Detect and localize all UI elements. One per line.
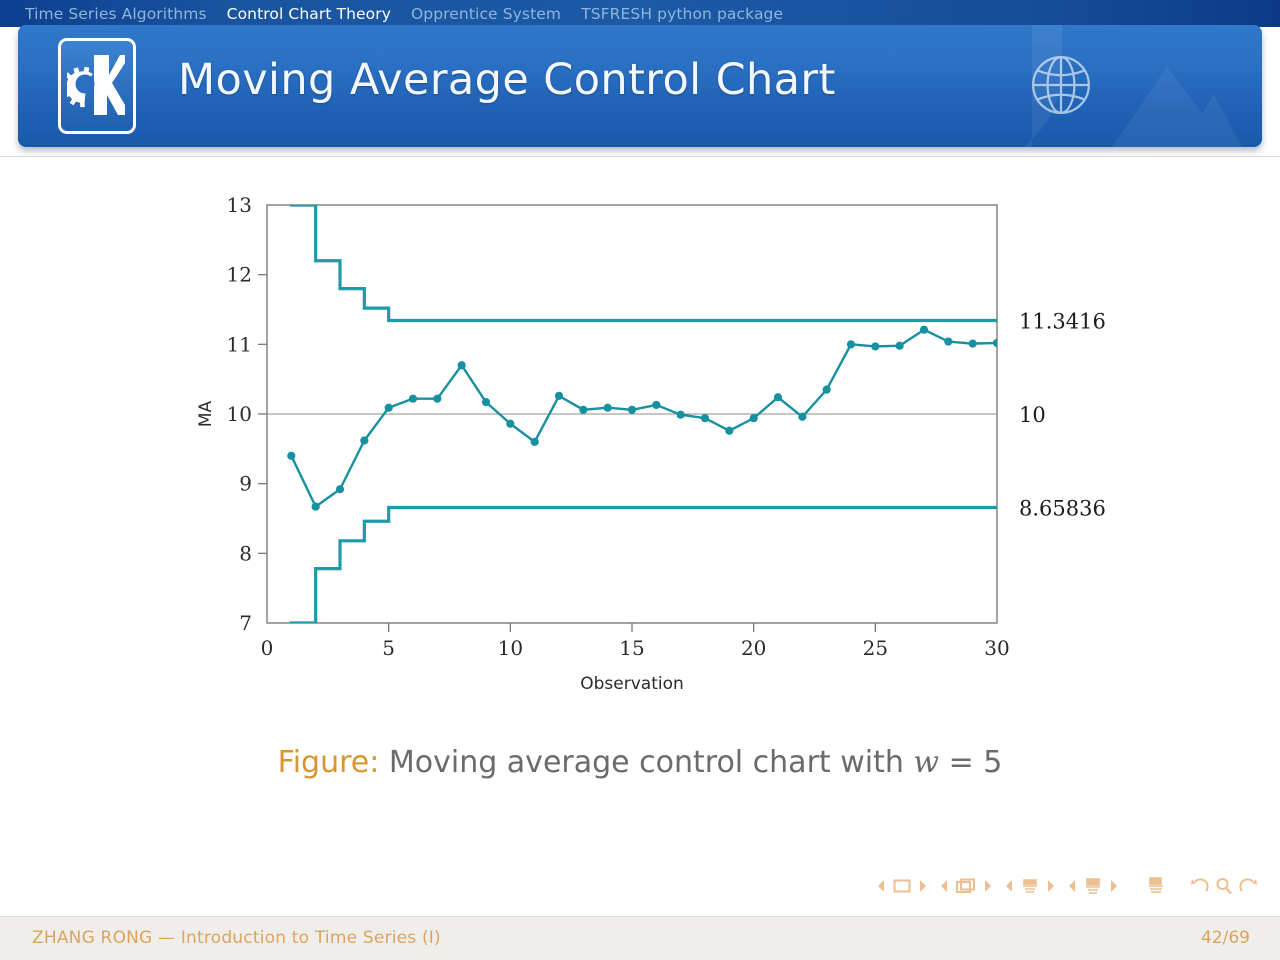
prev-section-icon[interactable] <box>1066 879 1078 893</box>
ma-data-point <box>311 502 320 511</box>
slide-icon[interactable] <box>892 877 912 895</box>
figure-area: 7 8 9 10 11 12 13 0 5 10 15 20 25 30 Observation MA 11.3… <box>0 175 1280 815</box>
y-axis-label: MA <box>196 400 216 427</box>
prev-slide-icon[interactable] <box>875 879 887 893</box>
ma-data-point <box>773 393 783 402</box>
ma-data-point <box>457 361 466 370</box>
subsection-icon[interactable] <box>1020 877 1040 895</box>
nav-item-2[interactable]: Opprentice System <box>408 5 564 23</box>
kde-gear-k-icon <box>58 38 136 134</box>
footer-page-number: 42/69 <box>1201 928 1250 948</box>
right-annotation-label: 11.3416 <box>1019 310 1106 334</box>
document-icon[interactable] <box>1145 876 1165 896</box>
caption-keyword: Figure <box>277 745 370 780</box>
ma-data-point <box>384 403 393 412</box>
ma-data-point <box>798 412 807 421</box>
frames-icon[interactable] <box>955 877 977 895</box>
ma-data-point <box>919 325 929 334</box>
y-tick-label: 10 <box>227 402 252 426</box>
caption-math-symbol: w <box>913 745 940 780</box>
slide-nav-group[interactable] <box>875 877 929 895</box>
x-tick-label: 15 <box>619 636 644 660</box>
prev-frame-icon[interactable] <box>938 879 950 893</box>
ma-data-point <box>700 414 710 423</box>
ma-data-point <box>627 405 637 414</box>
next-subsection-icon[interactable] <box>1045 879 1057 893</box>
y-tick-label: 8 <box>239 541 252 565</box>
slide-header: Time Series Algorithms Control Chart Theo… <box>0 0 1280 158</box>
ma-data-point <box>433 394 442 403</box>
x-tick-label: 10 <box>498 636 523 660</box>
ma-data-point <box>846 340 856 349</box>
next-section-icon[interactable] <box>1108 879 1120 893</box>
section-navigation-items: Time Series Algorithms Control Chart Theo… <box>22 0 786 27</box>
ma-data-point <box>822 385 831 394</box>
right-annotation-label: 10 <box>1019 403 1046 427</box>
x-axis-label: Observation <box>580 674 684 694</box>
ma-data-point <box>676 410 685 419</box>
ma-data-point <box>992 338 997 348</box>
prev-subsection-icon[interactable] <box>1003 879 1015 893</box>
caption-text: Moving average control chart with <box>379 745 914 780</box>
ma-data-point <box>749 414 758 423</box>
caption-math-rest: = 5 <box>939 745 1003 780</box>
forward-icon[interactable] <box>1238 877 1258 895</box>
right-annotation-label: 8.65836 <box>1019 496 1106 520</box>
moving-average-control-chart: 7 8 9 10 11 12 13 0 5 10 15 20 25 30 Observation MA 11.3… <box>196 195 1106 694</box>
title-bar: Moving Average Control Chart <box>18 25 1262 147</box>
ma-data-point <box>530 437 539 446</box>
globe-icon <box>1032 56 1090 114</box>
y-tick-label: 9 <box>239 472 252 496</box>
section-nav-group[interactable] <box>1066 877 1120 895</box>
nav-item-1[interactable]: Control Chart Theory <box>224 5 394 23</box>
ma-data-point <box>944 337 953 346</box>
section-navigation-bar: Time Series Algorithms Control Chart Theo… <box>0 0 1280 27</box>
ma-data-point <box>652 400 661 410</box>
x-tick-label: 30 <box>984 636 1009 660</box>
header-divider <box>0 156 1280 157</box>
ma-data-point <box>554 391 564 400</box>
ma-data-point <box>968 339 977 348</box>
ma-data-point <box>360 436 369 445</box>
y-tick-label: 7 <box>239 611 252 635</box>
ma-data-point <box>481 398 491 407</box>
ma-data-point <box>506 419 515 428</box>
ma-data-point <box>871 342 880 351</box>
slide-footer: ZHANG RONG — Introduction to Time Series… <box>0 916 1280 960</box>
ma-data-point <box>408 394 418 403</box>
history-nav-group[interactable] <box>1190 877 1258 895</box>
x-tick-label: 0 <box>261 636 274 660</box>
x-tick-label: 25 <box>863 636 888 660</box>
x-tick-label: 5 <box>382 636 395 660</box>
ma-data-point <box>603 403 612 412</box>
ma-data-point <box>725 426 734 435</box>
frame-nav-group[interactable] <box>938 877 994 895</box>
ma-data-point <box>895 341 904 350</box>
caption-separator: : <box>369 745 380 780</box>
ma-data-point <box>335 485 345 494</box>
y-tick-label: 13 <box>227 195 252 217</box>
subsection-nav-group[interactable] <box>1003 877 1057 895</box>
nav-item-0[interactable]: Time Series Algorithms <box>22 5 210 23</box>
x-tick-label: 20 <box>741 636 766 660</box>
ma-data-point <box>579 405 588 414</box>
beamer-navigation-symbols[interactable] <box>875 876 1258 896</box>
slide: Time Series Algorithms Control Chart Theo… <box>0 0 1280 960</box>
next-frame-icon[interactable] <box>982 879 994 893</box>
search-icon[interactable] <box>1215 877 1233 895</box>
section-icon[interactable] <box>1083 877 1103 895</box>
back-icon[interactable] <box>1190 877 1210 895</box>
page-title: Moving Average Control Chart <box>178 55 836 105</box>
ma-data-point <box>287 451 296 460</box>
next-slide-icon[interactable] <box>917 879 929 893</box>
nav-item-3[interactable]: TSFRESH python package <box>578 5 786 23</box>
figure-caption: Figure: Moving average control chart wit… <box>0 745 1280 780</box>
footer-author-title: ZHANG RONG — Introduction to Time Series… <box>32 928 441 948</box>
y-tick-label: 11 <box>227 332 252 356</box>
y-tick-label: 12 <box>227 263 252 287</box>
